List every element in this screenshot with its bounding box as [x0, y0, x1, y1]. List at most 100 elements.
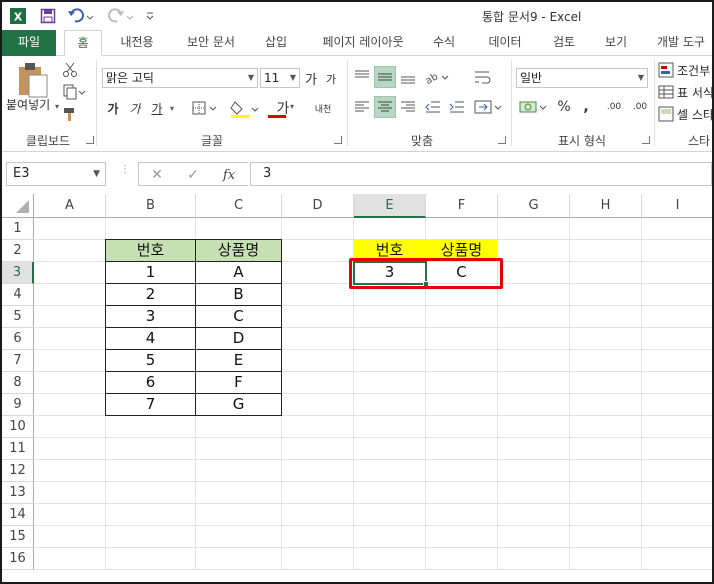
cell[interactable]: [426, 328, 498, 350]
cell[interactable]: [354, 306, 426, 328]
align-bottom-icon[interactable]: [398, 66, 418, 88]
phonetic-guide-button[interactable]: 내천: [306, 96, 340, 120]
increase-indent-icon[interactable]: [446, 96, 468, 118]
cell[interactable]: [282, 328, 354, 350]
table-cell[interactable]: A: [195, 261, 282, 284]
cell[interactable]: [498, 284, 570, 306]
cell[interactable]: [354, 482, 426, 504]
cell[interactable]: [642, 460, 712, 482]
cell[interactable]: [196, 460, 282, 482]
format-painter-icon[interactable]: [60, 104, 80, 124]
cell[interactable]: [282, 240, 354, 262]
cell[interactable]: [570, 218, 642, 240]
tab-file[interactable]: 파일: [2, 30, 56, 56]
cell[interactable]: [498, 482, 570, 504]
cell[interactable]: [34, 460, 106, 482]
cell[interactable]: [282, 526, 354, 548]
cell[interactable]: [34, 240, 106, 262]
cell[interactable]: [106, 460, 196, 482]
cell[interactable]: [570, 438, 642, 460]
cell[interactable]: [106, 416, 196, 438]
cell[interactable]: [196, 504, 282, 526]
customize-qat-icon[interactable]: [142, 6, 158, 26]
table-cell[interactable]: 5: [105, 349, 196, 372]
tab-security-document[interactable]: 보안 문서: [176, 30, 246, 56]
cell[interactable]: [498, 460, 570, 482]
cell[interactable]: [106, 482, 196, 504]
cell[interactable]: [570, 548, 642, 570]
copy-icon[interactable]: [60, 82, 88, 102]
column-header-h[interactable]: H: [570, 194, 642, 218]
conditional-formatting-button[interactable]: 조건부: [658, 60, 712, 80]
cell[interactable]: [498, 218, 570, 240]
cell[interactable]: [642, 328, 712, 350]
accounting-format-icon[interactable]: [516, 96, 552, 118]
table-cell[interactable]: E: [195, 349, 282, 372]
cell[interactable]: [282, 306, 354, 328]
cell[interactable]: [106, 218, 196, 240]
fill-color-icon[interactable]: [228, 98, 262, 120]
cell[interactable]: [642, 262, 712, 284]
table-cell[interactable]: G: [195, 393, 282, 416]
cell[interactable]: [354, 548, 426, 570]
align-middle-icon[interactable]: [374, 66, 396, 88]
cell[interactable]: [642, 306, 712, 328]
tab-review[interactable]: 검토: [544, 30, 584, 56]
row-header-10[interactable]: 10: [2, 416, 34, 438]
tab-insert[interactable]: 삽입: [256, 30, 296, 56]
cell[interactable]: [426, 350, 498, 372]
undo-icon[interactable]: [66, 6, 96, 26]
cell[interactable]: [426, 504, 498, 526]
cell[interactable]: [354, 350, 426, 372]
cell[interactable]: [642, 504, 712, 526]
bold-button[interactable]: 가: [104, 98, 122, 118]
row-header-7[interactable]: 7: [2, 350, 34, 372]
insert-function-icon[interactable]: fx: [215, 165, 243, 185]
merge-center-icon[interactable]: [472, 96, 506, 118]
cell[interactable]: [426, 416, 498, 438]
cell[interactable]: [498, 416, 570, 438]
cell[interactable]: [642, 350, 712, 372]
cell[interactable]: [570, 350, 642, 372]
cell[interactable]: [570, 416, 642, 438]
cell[interactable]: [282, 218, 354, 240]
cut-icon[interactable]: [60, 60, 80, 80]
font-launcher-icon[interactable]: [334, 136, 342, 144]
align-center-icon[interactable]: [374, 96, 396, 118]
cell[interactable]: [642, 218, 712, 240]
cell[interactable]: [34, 284, 106, 306]
align-left-icon[interactable]: [352, 96, 372, 118]
orientation-icon[interactable]: ab: [422, 66, 452, 88]
tab-page-layout[interactable]: 페이지 레이아웃: [308, 30, 418, 56]
cell[interactable]: [34, 372, 106, 394]
name-box[interactable]: E3 ▼: [6, 162, 106, 186]
cell[interactable]: [282, 548, 354, 570]
column-header-d[interactable]: D: [282, 194, 354, 218]
cell[interactable]: [498, 438, 570, 460]
decrease-indent-icon[interactable]: [422, 96, 444, 118]
cell[interactable]: [282, 482, 354, 504]
cell[interactable]: [426, 438, 498, 460]
cell[interactable]: [426, 482, 498, 504]
number-launcher-icon[interactable]: [642, 136, 650, 144]
row-header-12[interactable]: 12: [2, 460, 34, 482]
tab-custom[interactable]: 내전용: [110, 30, 164, 56]
cell[interactable]: [34, 416, 106, 438]
cell[interactable]: [282, 350, 354, 372]
align-top-icon[interactable]: [352, 66, 372, 88]
cell[interactable]: [426, 306, 498, 328]
decrease-decimal-button[interactable]: .00: [628, 96, 652, 118]
save-icon[interactable]: [38, 6, 58, 26]
cell[interactable]: [354, 372, 426, 394]
cell[interactable]: [282, 460, 354, 482]
redo-icon[interactable]: [106, 6, 136, 26]
cell[interactable]: [570, 526, 642, 548]
cancel-icon[interactable]: ✕: [143, 165, 171, 185]
row-header-13[interactable]: 13: [2, 482, 34, 504]
italic-button[interactable]: 가: [126, 98, 144, 118]
cell[interactable]: [426, 460, 498, 482]
increase-font-icon[interactable]: 가: [302, 68, 320, 88]
table-cell[interactable]: F: [195, 371, 282, 394]
cell[interactable]: [354, 328, 426, 350]
cell[interactable]: [498, 350, 570, 372]
